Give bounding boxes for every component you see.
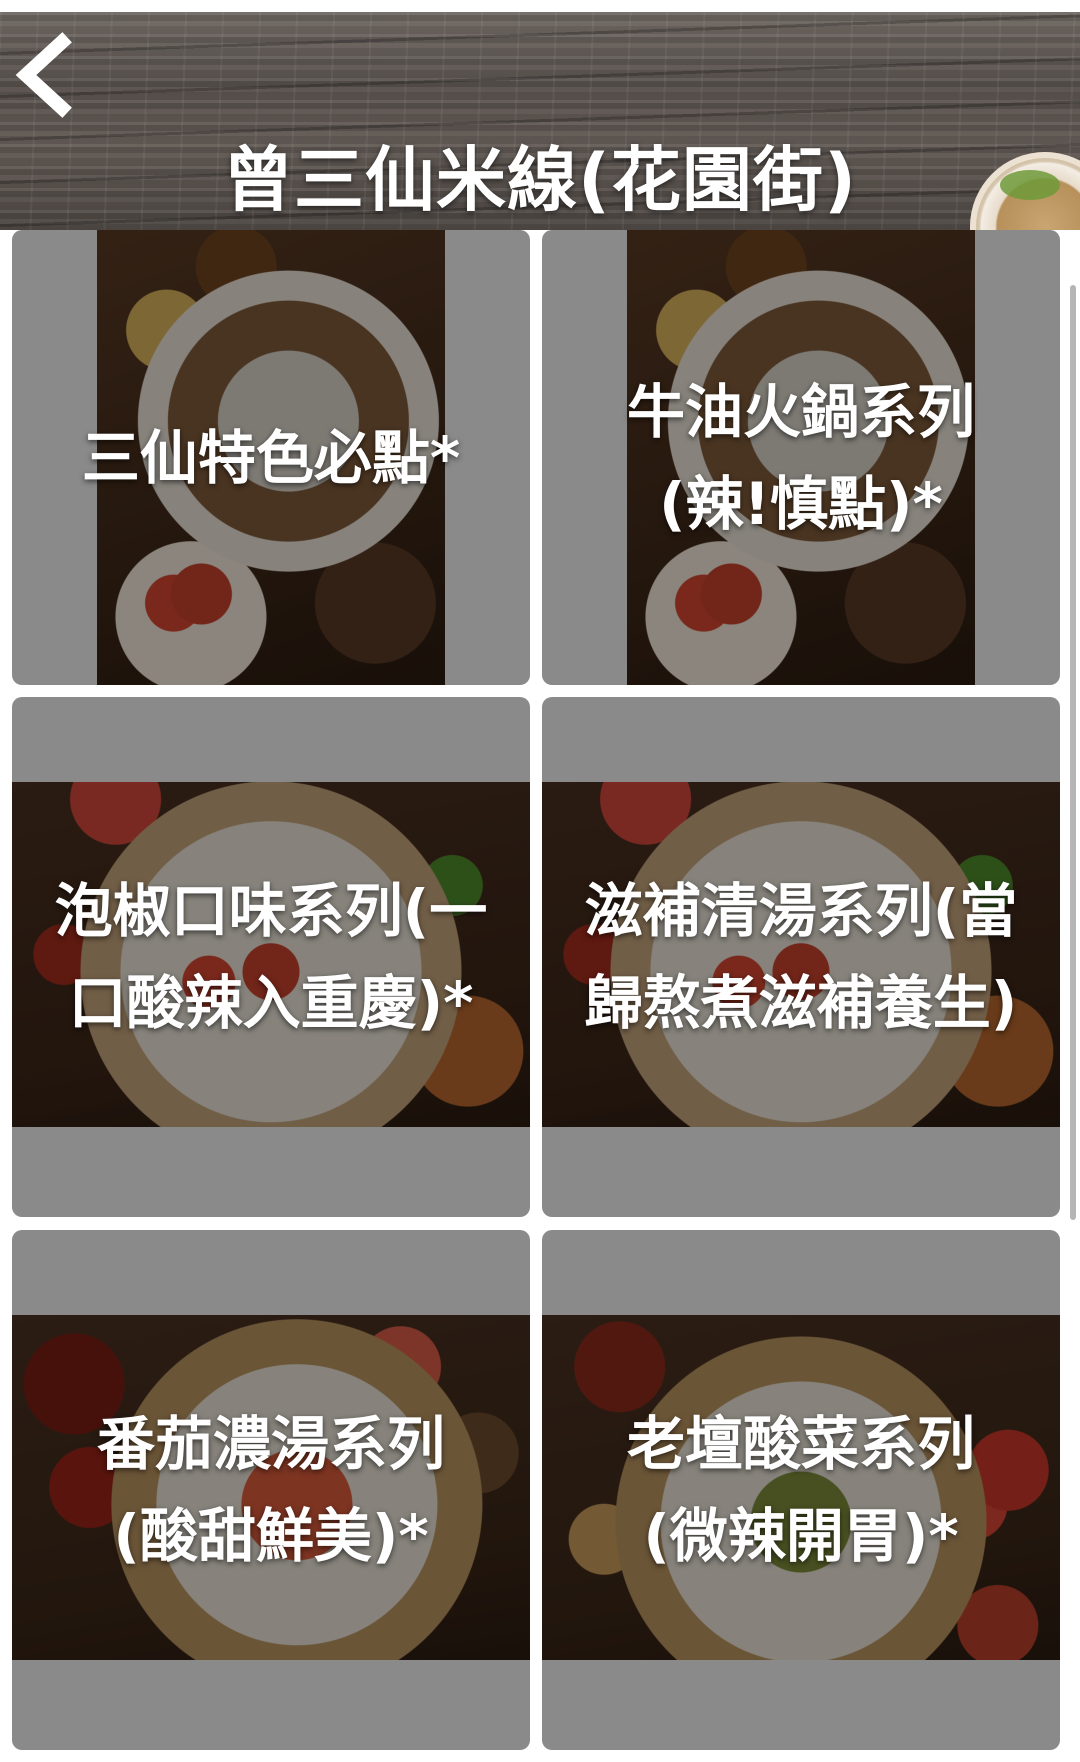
scrollbar[interactable] (1070, 285, 1076, 1220)
category-label: 牛油火鍋系列(辣!慎點)* (626, 377, 975, 538)
category-card[interactable]: 老壇酸菜系列(微辣開胃)* (542, 1230, 1060, 1750)
category-label: 滋補清湯系列(當歸熬煮滋補養生) (584, 877, 1018, 1037)
category-label: 老壇酸菜系列(微辣開胃)* (626, 1410, 975, 1570)
category-card[interactable]: 泡椒口味系列(一口酸辣入重慶)* (12, 697, 530, 1217)
category-label: 番茄濃湯系列(酸甜鮮美)* (96, 1410, 445, 1570)
category-label: 泡椒口味系列(一口酸辣入重慶)* (54, 877, 488, 1037)
chevron-left-icon (15, 32, 72, 118)
store-header: 曾三仙米線(花園街) (0, 12, 1080, 230)
category-card[interactable]: 三仙特色必點* (12, 230, 530, 685)
page-title: 曾三仙米線(花園街) (223, 139, 857, 221)
category-card[interactable]: 牛油火鍋系列(辣!慎點)* (542, 230, 1060, 685)
category-card[interactable]: 滋補清湯系列(當歸熬煮滋補養生) (542, 697, 1060, 1217)
category-card[interactable]: 番茄濃湯系列(酸甜鮮美)* (12, 1230, 530, 1750)
back-button[interactable] (10, 30, 80, 120)
category-label: 三仙特色必點* (81, 423, 461, 492)
